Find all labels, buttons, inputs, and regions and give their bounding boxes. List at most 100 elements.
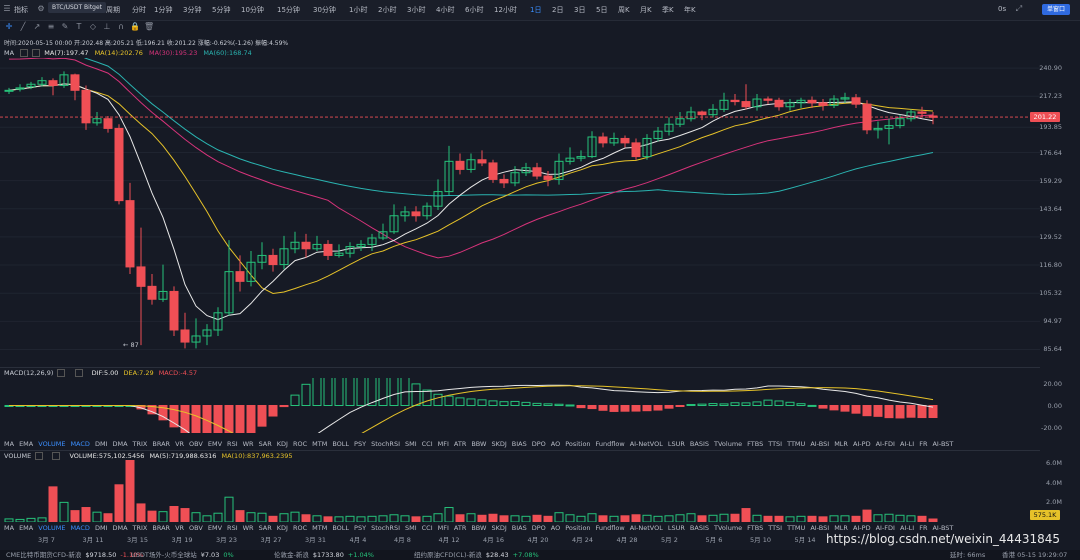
indicator-secondary-tab-40[interactable]: AI-PD <box>853 524 871 532</box>
ma-close-icon[interactable] <box>32 49 41 57</box>
menu-icon[interactable]: ☰ <box>2 2 12 16</box>
indicator-secondary-tab-39[interactable]: MLR <box>834 524 848 532</box>
indicator-tab-41[interactable]: AI-FDI <box>876 440 895 448</box>
lock-icon[interactable]: 🔒 <box>130 20 140 34</box>
indicator-tab-9[interactable]: OBV <box>189 440 203 448</box>
indicator-secondary-tab-31[interactable]: AI-NetVOL <box>630 524 663 532</box>
indicator-secondary-tab-14[interactable]: KDJ <box>277 524 288 532</box>
indicator-tab-32[interactable]: LSUR <box>668 440 685 448</box>
indicator-tab-10[interactable]: EMV <box>208 440 222 448</box>
indicator-tab-38[interactable]: AI-BSI <box>810 440 829 448</box>
timeframe-3[interactable]: 5分钟 <box>212 5 230 15</box>
single-window-button[interactable]: 单窗口 <box>1042 4 1070 15</box>
indicator-secondary-tab-13[interactable]: SAR <box>259 524 272 532</box>
indicator-tab-3[interactable]: MACD <box>70 440 89 448</box>
indicator-secondary-tab-0[interactable]: MA <box>4 524 14 532</box>
line-tool-icon[interactable]: ╱ <box>18 20 28 34</box>
timeframe-13[interactable]: 1日 <box>530 5 541 15</box>
indicator-secondary-tab-29[interactable]: Position <box>565 524 590 532</box>
candlestick-chart[interactable] <box>0 58 1040 368</box>
indicator-tab-17[interactable]: BOLL <box>332 440 349 448</box>
macd-settings-icon[interactable] <box>57 369 66 377</box>
volume-settings-icon[interactable] <box>35 452 44 460</box>
indicator-secondary-tab-44[interactable]: AI-BST <box>932 524 953 532</box>
indicator-tab-23[interactable]: ATR <box>454 440 466 448</box>
brush-tool-icon[interactable]: ✎ <box>60 20 70 34</box>
indicator-tab-40[interactable]: AI-PD <box>853 440 871 448</box>
indicator-secondary-tab-21[interactable]: CCI <box>422 524 433 532</box>
text-tool-icon[interactable]: T <box>74 20 84 34</box>
indicator-secondary-tab-8[interactable]: VR <box>175 524 184 532</box>
volume-chart[interactable] <box>0 460 1040 522</box>
indicator-tab-37[interactable]: TTMU <box>787 440 805 448</box>
indicator-secondary-tab-38[interactable]: AI-BSI <box>810 524 829 532</box>
indicator-secondary-tab-23[interactable]: ATR <box>454 524 466 532</box>
indicator-secondary-tab-36[interactable]: TTSI <box>768 524 782 532</box>
indicator-tab-28[interactable]: AO <box>551 440 560 448</box>
timeframe-1[interactable]: 1分钟 <box>154 5 172 15</box>
indicator-tab-42[interactable]: AI-LI <box>900 440 914 448</box>
indicator-tab-21[interactable]: CCI <box>422 440 433 448</box>
indicator-secondary-tab-34[interactable]: TVolume <box>714 524 742 532</box>
indicator-tab-13[interactable]: SAR <box>259 440 272 448</box>
timeframe-17[interactable]: 周K <box>618 5 630 15</box>
indicator-secondary-tab-24[interactable]: BBW <box>471 524 486 532</box>
ticker-0[interactable]: CME比特币期货CFD-新浪 $9718.50 -1.10% <box>6 550 143 560</box>
indicator-secondary-tab-41[interactable]: AI-FDI <box>876 524 895 532</box>
timeframe-11[interactable]: 6小时 <box>465 5 483 15</box>
indicator-secondary-tab-11[interactable]: RSI <box>227 524 238 532</box>
macd-close-icon[interactable] <box>74 369 83 377</box>
indicator-tab-44[interactable]: AI-BST <box>932 440 953 448</box>
timeframe-19[interactable]: 季K <box>662 5 674 15</box>
indicator-secondary-tab-17[interactable]: BOLL <box>332 524 349 532</box>
indicator-secondary-tab-42[interactable]: AI-LI <box>900 524 914 532</box>
ticker-1[interactable]: USDT场外-火币全球站 ¥7.03 0% <box>131 550 234 560</box>
indicator-secondary-tab-5[interactable]: DMA <box>112 524 127 532</box>
indicator-tab-18[interactable]: PSY <box>354 440 366 448</box>
ticker-3[interactable]: 纽约原油CFD(CL)-新浪 $28.43 +7.08% <box>414 550 539 560</box>
timeframe-20[interactable]: 年K <box>684 5 696 15</box>
indicator-secondary-tab-10[interactable]: EMV <box>208 524 222 532</box>
indicator-secondary-tab-22[interactable]: MFI <box>438 524 449 532</box>
indicator-secondary-tab-2[interactable]: VOLUME <box>38 524 65 532</box>
indicator-secondary-tab-12[interactable]: WR <box>243 524 254 532</box>
timeframe-0[interactable]: 分时 <box>132 5 146 15</box>
ray-tool-icon[interactable]: ↗ <box>32 20 42 34</box>
indicator-tab-36[interactable]: TTSI <box>768 440 782 448</box>
timeframe-15[interactable]: 3日 <box>574 5 585 15</box>
indicator-secondary-tab-16[interactable]: MTM <box>312 524 327 532</box>
indicator-tab-2[interactable]: VOLUME <box>38 440 65 448</box>
indicator-tab-16[interactable]: MTM <box>312 440 327 448</box>
indicator-secondary-tab-3[interactable]: MACD <box>70 524 89 532</box>
indicator-tab-0[interactable]: MA <box>4 440 14 448</box>
indicator-tab-27[interactable]: DPO <box>532 440 546 448</box>
measure-tool-icon[interactable]: ⊥ <box>102 20 112 34</box>
indicator-tab-1[interactable]: EMA <box>19 440 33 448</box>
indicator-tab-12[interactable]: WR <box>243 440 254 448</box>
timeframe-8[interactable]: 2小时 <box>378 5 396 15</box>
indicator-tab-11[interactable]: RSI <box>227 440 238 448</box>
indicator-tab-7[interactable]: BRAR <box>152 440 170 448</box>
indicator-tab-30[interactable]: Fundflow <box>596 440 625 448</box>
indicator-tab-19[interactable]: StochRSI <box>371 440 400 448</box>
timeframe-12[interactable]: 12小时 <box>494 5 517 15</box>
indicators-button[interactable]: 指标 <box>14 5 28 15</box>
indicator-secondary-tab-35[interactable]: FTBS <box>747 524 763 532</box>
indicator-tab-15[interactable]: ROC <box>293 440 307 448</box>
timeframe-6[interactable]: 30分钟 <box>313 5 336 15</box>
indicator-secondary-tab-15[interactable]: ROC <box>293 524 307 532</box>
indicator-tab-43[interactable]: FR <box>919 440 927 448</box>
indicator-secondary-tab-28[interactable]: AO <box>551 524 560 532</box>
indicator-tab-31[interactable]: AI-NetVOL <box>630 440 663 448</box>
ma-settings-icon[interactable] <box>20 49 29 57</box>
indicator-secondary-tab-37[interactable]: TTMU <box>787 524 805 532</box>
trash-icon[interactable]: 🗑 <box>144 20 154 34</box>
indicator-tab-26[interactable]: BIAS <box>512 440 527 448</box>
indicator-tab-35[interactable]: FTBS <box>747 440 763 448</box>
timeframe-5[interactable]: 15分钟 <box>277 5 300 15</box>
timeframe-2[interactable]: 3分钟 <box>183 5 201 15</box>
indicator-secondary-tab-20[interactable]: SMI <box>405 524 417 532</box>
indicator-tab-6[interactable]: TRIX <box>133 440 148 448</box>
indicator-secondary-tab-4[interactable]: DMI <box>95 524 108 532</box>
timeframe-9[interactable]: 3小时 <box>407 5 425 15</box>
